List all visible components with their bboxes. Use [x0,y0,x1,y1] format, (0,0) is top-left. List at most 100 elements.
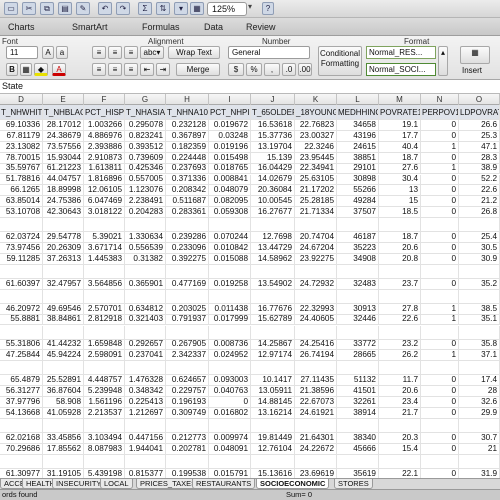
table-cell[interactable] [459,454,500,468]
table-cell[interactable] [421,418,459,432]
header-cell[interactable]: T_NHWHITE [0,105,43,119]
table-cell[interactable]: 28665 [337,350,379,361]
table-cell[interactable] [459,218,500,232]
table-cell[interactable]: 38914 [337,408,379,418]
table-cell[interactable]: 69.10336 [0,120,43,130]
table-cell[interactable]: 49.69546 [43,303,84,314]
table-cell[interactable] [84,361,125,375]
table-cell[interactable]: 1.123076 [125,185,166,196]
table-cell[interactable] [209,361,251,375]
table-cell[interactable]: 62.02168 [0,432,43,443]
table-cell[interactable]: 1.561196 [84,397,125,407]
table-cell[interactable]: 24615 [337,141,379,152]
table-cell[interactable]: 1.003266 [84,120,125,130]
table-cell[interactable]: 19.81449 [251,432,295,443]
table-cell[interactable] [43,325,84,339]
table-cell[interactable]: 22.3246 [295,141,337,152]
table-cell[interactable]: 0.009974 [209,432,251,443]
table-cell[interactable]: 12.97174 [251,350,295,361]
table-cell[interactable]: 0 [421,468,459,478]
table-cell[interactable]: 12.7698 [251,232,295,242]
table-cell[interactable]: 32.6 [459,397,500,407]
table-cell[interactable]: 0.267905 [166,339,209,350]
table-cell[interactable]: 18.7 [379,232,421,242]
table-cell[interactable]: 25.28185 [295,196,337,207]
table-cell[interactable]: 24.22672 [295,443,337,454]
table-cell[interactable]: 28 [459,386,500,397]
table-cell[interactable] [209,454,251,468]
column-header-o[interactable]: O [459,94,500,105]
table-cell[interactable]: 16.27677 [251,207,295,218]
table-cell[interactable]: 15.37736 [251,130,295,141]
table-cell[interactable]: 0.229757 [166,386,209,397]
table-cell[interactable]: 3.564856 [84,278,125,289]
decrease-indent-icon[interactable]: ⇤ [140,63,154,76]
table-cell[interactable]: 25.63105 [295,174,337,185]
table-cell[interactable]: 0.348342 [125,386,166,397]
table-cell[interactable] [251,418,295,432]
table-cell[interactable] [337,454,379,468]
table-cell[interactable]: 23.95445 [295,152,337,163]
table-cell[interactable]: 24.25416 [295,339,337,350]
table-cell[interactable]: 30913 [337,303,379,314]
conditional-formatting-button[interactable]: Conditional Formatting [318,46,362,76]
table-cell[interactable] [84,218,125,232]
table-cell[interactable]: 30.9 [459,253,500,264]
table-cell[interactable] [337,325,379,339]
table-cell[interactable]: 41501 [337,386,379,397]
header-cell[interactable]: MEDHHINC1 [337,105,379,119]
table-cell[interactable] [459,325,500,339]
table-cell[interactable]: 0.011438 [209,303,251,314]
table-cell[interactable]: 32.47957 [43,278,84,289]
table-cell[interactable]: 15 [379,196,421,207]
table-cell[interactable]: 0.019196 [209,141,251,152]
currency-icon[interactable]: $ [228,63,244,76]
table-cell[interactable]: 45.94224 [43,350,84,361]
header-cell[interactable]: PERPOV11 [421,105,459,119]
table-cell[interactable]: 33772 [337,339,379,350]
table-cell[interactable]: 1 [421,141,459,152]
table-cell[interactable]: 0.292657 [125,339,166,350]
table-cell[interactable]: 20.74704 [295,232,337,242]
sheet-tab-insecurity[interactable]: INSECURITY [52,479,106,489]
table-cell[interactable]: 55266 [337,185,379,196]
table-cell[interactable]: 23.13082 [0,141,43,152]
align-center-icon[interactable]: ≡ [108,63,122,76]
table-cell[interactable]: 23.2 [379,339,421,350]
table-cell[interactable]: 35.8 [459,339,500,350]
table-cell[interactable]: 17.7 [379,130,421,141]
table-cell[interactable]: 0.823241 [125,130,166,141]
wrap-text-button[interactable]: Wrap Text [168,46,220,59]
table-cell[interactable] [0,264,43,278]
table-cell[interactable] [84,325,125,339]
percent-icon[interactable]: % [246,63,262,76]
tab-formulas[interactable]: Formulas [136,20,186,35]
table-cell[interactable] [166,361,209,375]
decrease-font-icon[interactable]: a [56,46,68,59]
table-cell[interactable]: 0.048091 [209,443,251,454]
table-cell[interactable]: 0.015498 [209,152,251,163]
table-cell[interactable]: 0.070244 [209,232,251,242]
table-cell[interactable]: 35.59767 [0,163,43,174]
table-cell[interactable]: 5.439198 [84,468,125,478]
table-cell[interactable] [43,361,84,375]
table-cell[interactable] [459,361,500,375]
table-cell[interactable]: 20.8 [379,253,421,264]
table-cell[interactable]: 24.75386 [43,196,84,207]
table-cell[interactable]: 32261 [337,397,379,407]
table-cell[interactable]: 1.613811 [84,163,125,174]
tab-charts[interactable]: Charts [2,20,41,35]
table-cell[interactable]: 22.1 [379,468,421,478]
table-cell[interactable]: 0 [421,278,459,289]
comma-icon[interactable]: , [264,63,280,76]
table-cell[interactable] [43,218,84,232]
table-cell[interactable]: 0.018765 [209,163,251,174]
font-size-field[interactable]: 11 [6,46,38,59]
table-cell[interactable]: 0.093003 [209,375,251,386]
align-top-icon[interactable]: ≡ [92,46,106,59]
table-cell[interactable]: 28.3 [459,152,500,163]
table-cell[interactable]: 0.634812 [125,303,166,314]
table-cell[interactable] [251,264,295,278]
table-cell[interactable]: 0.019258 [209,278,251,289]
table-cell[interactable]: 11.7 [379,375,421,386]
